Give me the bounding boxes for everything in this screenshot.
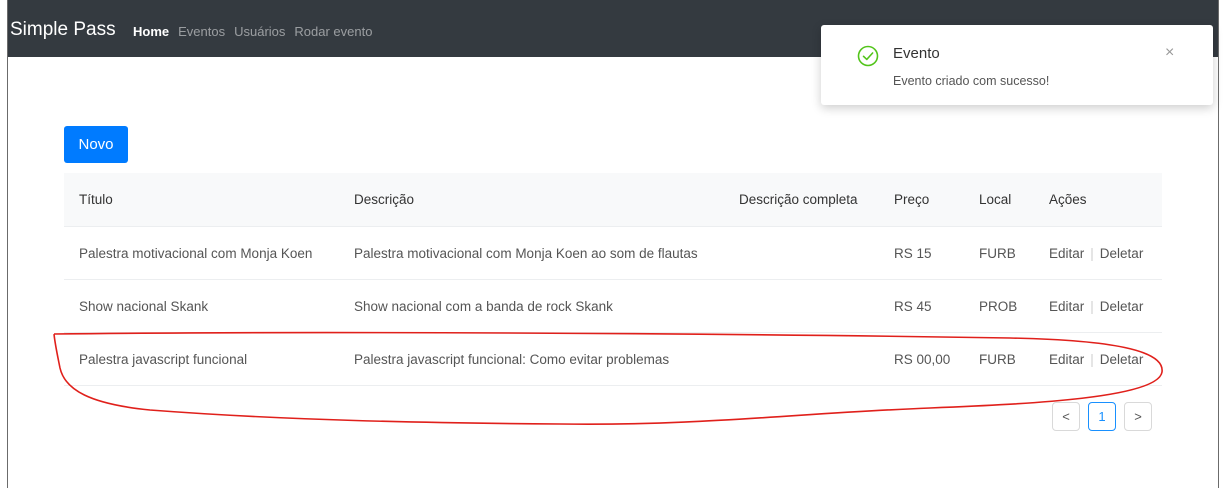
check-circle-icon — [857, 45, 879, 67]
nav-rodar-evento[interactable]: Rodar evento — [294, 24, 372, 39]
table-header-row: Título Descrição Descrição completa Preç… — [64, 173, 1162, 227]
header-preco: Preço — [879, 173, 964, 227]
cell-acoes: Editar | Deletar — [1034, 279, 1162, 333]
table-row: Palestra javascript funcional Palestra j… — [64, 332, 1162, 386]
edit-link[interactable]: Editar — [1049, 246, 1084, 261]
events-table: Título Descrição Descrição completa Preç… — [64, 173, 1162, 386]
nav-links: Home Eventos Usuários Rodar evento — [133, 24, 372, 39]
cell-titulo: Show nacional Skank — [64, 279, 339, 333]
delete-link[interactable]: Deletar — [1100, 246, 1144, 261]
notification-title: Evento — [893, 45, 940, 62]
action-divider: | — [1090, 245, 1094, 261]
new-event-button[interactable]: Novo — [64, 126, 128, 163]
cell-descricao-completa — [724, 279, 879, 333]
success-notification: Evento Evento criado com sucesso! × — [821, 25, 1213, 105]
header-descricao: Descrição — [339, 173, 724, 227]
nav-home[interactable]: Home — [133, 24, 169, 39]
delete-link[interactable]: Deletar — [1100, 299, 1144, 314]
cell-titulo: Palestra motivacional com Monja Koen — [64, 226, 339, 280]
cell-preco: RS 15 — [879, 226, 964, 280]
table-row: Palestra motivacional com Monja Koen Pal… — [64, 226, 1162, 280]
cell-descricao-completa — [724, 332, 879, 386]
cell-descricao: Palestra motivacional com Monja Koen ao … — [339, 226, 724, 280]
close-icon[interactable]: × — [1165, 44, 1174, 62]
page-1-button[interactable]: 1 — [1088, 402, 1116, 431]
header-descricao-completa: Descrição completa — [724, 173, 879, 227]
pagination: < 1 > — [1052, 402, 1152, 431]
cell-acoes: Editar | Deletar — [1034, 332, 1162, 386]
header-acoes: Ações — [1034, 173, 1162, 227]
header-titulo: Título — [64, 173, 339, 227]
edit-link[interactable]: Editar — [1049, 352, 1084, 367]
action-divider: | — [1090, 298, 1094, 314]
cell-descricao: Palestra javascript funcional: Como evit… — [339, 332, 724, 386]
delete-link[interactable]: Deletar — [1100, 352, 1144, 367]
notification-message: Evento criado com sucesso! — [893, 74, 1050, 88]
cell-descricao: Show nacional com a banda de rock Skank — [339, 279, 724, 333]
cell-preco: RS 00,00 — [879, 332, 964, 386]
cell-local: FURB — [964, 332, 1034, 386]
cell-titulo: Palestra javascript funcional — [64, 332, 339, 386]
prev-page-button[interactable]: < — [1052, 402, 1080, 431]
header-local: Local — [964, 173, 1034, 227]
next-page-button[interactable]: > — [1124, 402, 1152, 431]
cell-local: FURB — [964, 226, 1034, 280]
nav-usuarios[interactable]: Usuários — [234, 24, 285, 39]
edit-link[interactable]: Editar — [1049, 299, 1084, 314]
cell-preco: RS 45 — [879, 279, 964, 333]
cell-descricao-completa — [724, 226, 879, 280]
brand-logo[interactable]: Simple Pass — [10, 19, 116, 41]
table-row: Show nacional Skank Show nacional com a … — [64, 279, 1162, 333]
nav-eventos[interactable]: Eventos — [178, 24, 225, 39]
action-divider: | — [1090, 351, 1094, 367]
cell-acoes: Editar | Deletar — [1034, 226, 1162, 280]
cell-local: PROB — [964, 279, 1034, 333]
